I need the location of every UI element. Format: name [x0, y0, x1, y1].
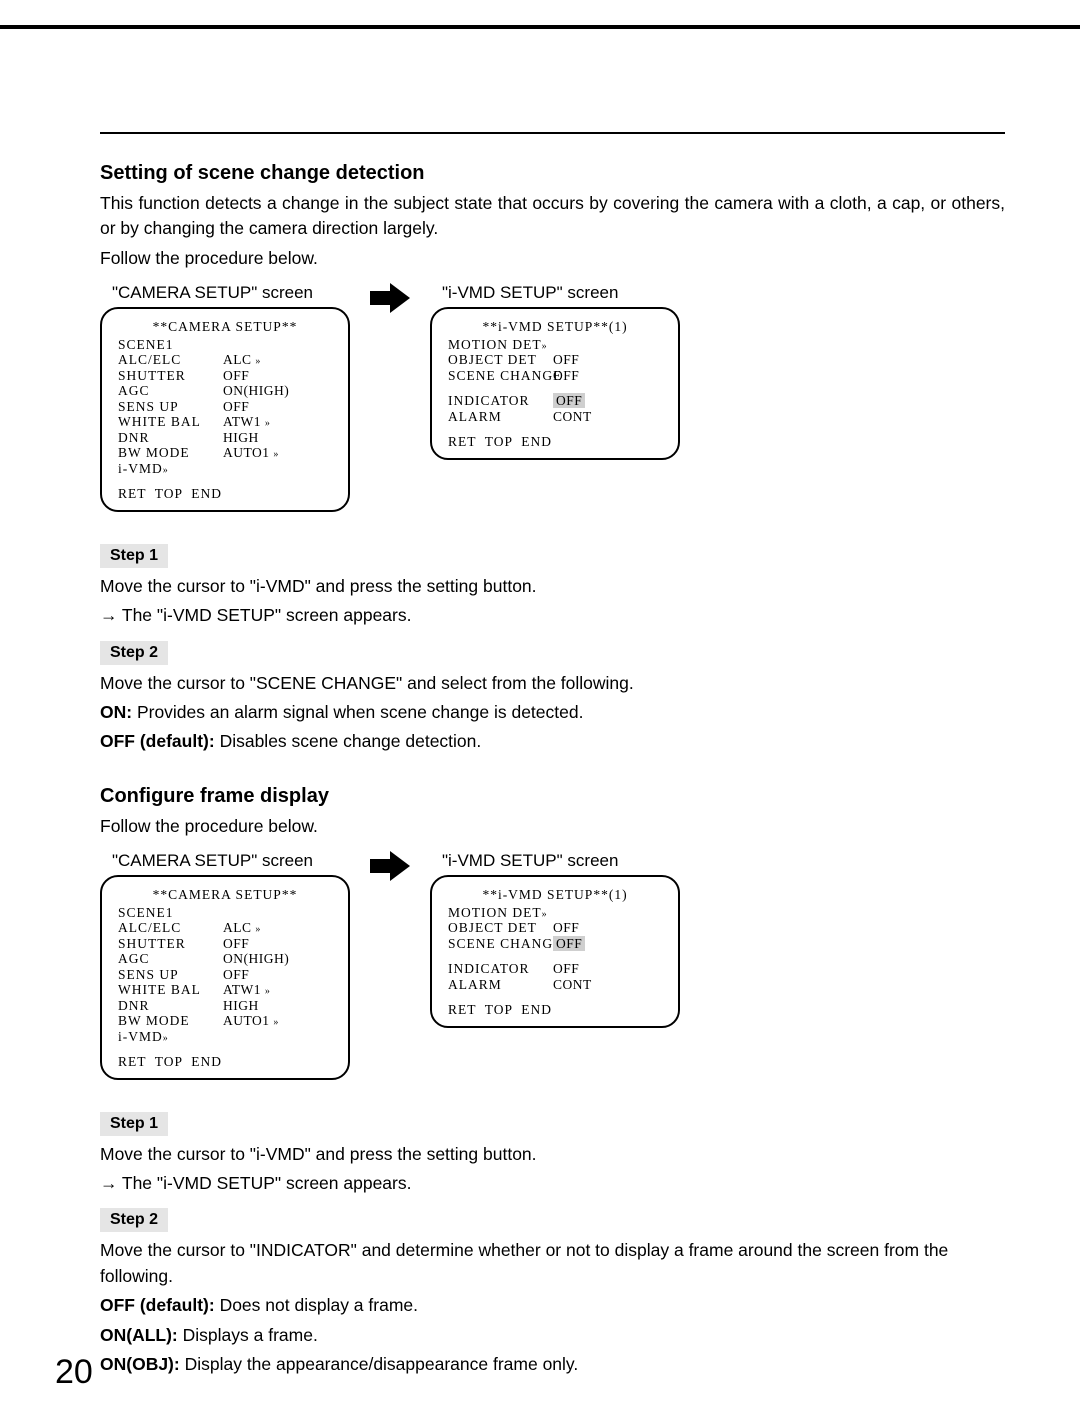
step2-onobj-label: ON(OBJ): — [100, 1354, 180, 1374]
step2-label-2: Step 2 — [100, 1208, 168, 1232]
step2-onall-text: Displays a frame. — [178, 1325, 318, 1345]
step1-text-2: Move the cursor to "i-VMD" and press the… — [100, 1142, 1005, 1167]
step1-label: Step 1 — [100, 544, 168, 568]
camera-setup-label-2: "CAMERA SETUP" screen — [112, 851, 350, 871]
step1-text: Move the cursor to "i-VMD" and press the… — [100, 574, 1005, 599]
step1-result: → The "i-VMD SETUP" screen appears. — [100, 603, 1005, 628]
section2-intro1: Follow the procedure below. — [100, 814, 1005, 839]
step2-off-text: Disables scene change detection. — [215, 731, 482, 751]
page-number: 20 — [55, 1353, 93, 1392]
arrow-right-icon — [370, 283, 410, 313]
camera-setup-screen: **CAMERA SETUP**SCENE1ALC/ELCALC »SHUTTE… — [100, 307, 350, 512]
step2-onall-label: ON(ALL): — [100, 1325, 178, 1345]
section1-screens: "CAMERA SETUP" screen **CAMERA SETUP**SC… — [100, 283, 1005, 512]
section1-intro2: Follow the procedure below. — [100, 246, 1005, 271]
step2-onall: ON(ALL): Displays a frame. — [100, 1323, 1005, 1348]
section2-heading: Configure frame display — [100, 785, 1005, 808]
step1-result-2: → The "i-VMD SETUP" screen appears. — [100, 1171, 1005, 1196]
step2-off-label: OFF (default): — [100, 731, 215, 751]
step2-off: OFF (default): Disables scene change det… — [100, 729, 1005, 754]
ivmd-setup-label-2: "i-VMD SETUP" screen — [442, 851, 680, 871]
step2-on-label: ON: — [100, 702, 132, 722]
step2-text: Move the cursor to "SCENE CHANGE" and se… — [100, 671, 1005, 696]
top-rule — [100, 132, 1005, 134]
page: Setting of scene change detection This f… — [0, 25, 1080, 1422]
step2-on-text: Provides an alarm signal when scene chan… — [132, 702, 583, 722]
step2-text-2: Move the cursor to "INDICATOR" and deter… — [100, 1238, 1005, 1289]
camera-setup-label: "CAMERA SETUP" screen — [112, 283, 350, 303]
ivmd-setup-col-2: "i-VMD SETUP" screen **i-VMD SETUP**(1)M… — [430, 851, 680, 1028]
ivmd-setup-screen-2: **i-VMD SETUP**(1)MOTION DET»OBJECT DETO… — [430, 875, 680, 1028]
step2-off-2: OFF (default): Does not display a frame. — [100, 1293, 1005, 1318]
ivmd-setup-col: "i-VMD SETUP" screen **i-VMD SETUP**(1)M… — [430, 283, 680, 460]
step1-result-text-2: The "i-VMD SETUP" screen appears. — [122, 1173, 412, 1193]
step1-result-text: The "i-VMD SETUP" screen appears. — [122, 605, 412, 625]
camera-setup-screen-2: **CAMERA SETUP**SCENE1ALC/ELCALC »SHUTTE… — [100, 875, 350, 1080]
ivmd-setup-label: "i-VMD SETUP" screen — [442, 283, 680, 303]
section2-screens: "CAMERA SETUP" screen **CAMERA SETUP**SC… — [100, 851, 1005, 1080]
section1-intro1: This function detects a change in the su… — [100, 191, 1005, 242]
arrow-col-2 — [350, 851, 430, 881]
step2-label: Step 2 — [100, 641, 168, 665]
step2-off-label-2: OFF (default): — [100, 1295, 215, 1315]
step2-on: ON: Provides an alarm signal when scene … — [100, 700, 1005, 725]
ivmd-setup-screen: **i-VMD SETUP**(1)MOTION DET»OBJECT DETO… — [430, 307, 680, 460]
camera-setup-col: "CAMERA SETUP" screen **CAMERA SETUP**SC… — [100, 283, 350, 512]
section1-heading: Setting of scene change detection — [100, 162, 1005, 185]
arrow-col — [350, 283, 430, 313]
step2-onobj-text: Display the appearance/disappearance fra… — [180, 1354, 579, 1374]
step2-onobj: ON(OBJ): Display the appearance/disappea… — [100, 1352, 1005, 1377]
camera-setup-col-2: "CAMERA SETUP" screen **CAMERA SETUP**SC… — [100, 851, 350, 1080]
step1-label-2: Step 1 — [100, 1112, 168, 1136]
arrow-right-icon — [370, 851, 410, 881]
step2-off-text-2: Does not display a frame. — [215, 1295, 418, 1315]
